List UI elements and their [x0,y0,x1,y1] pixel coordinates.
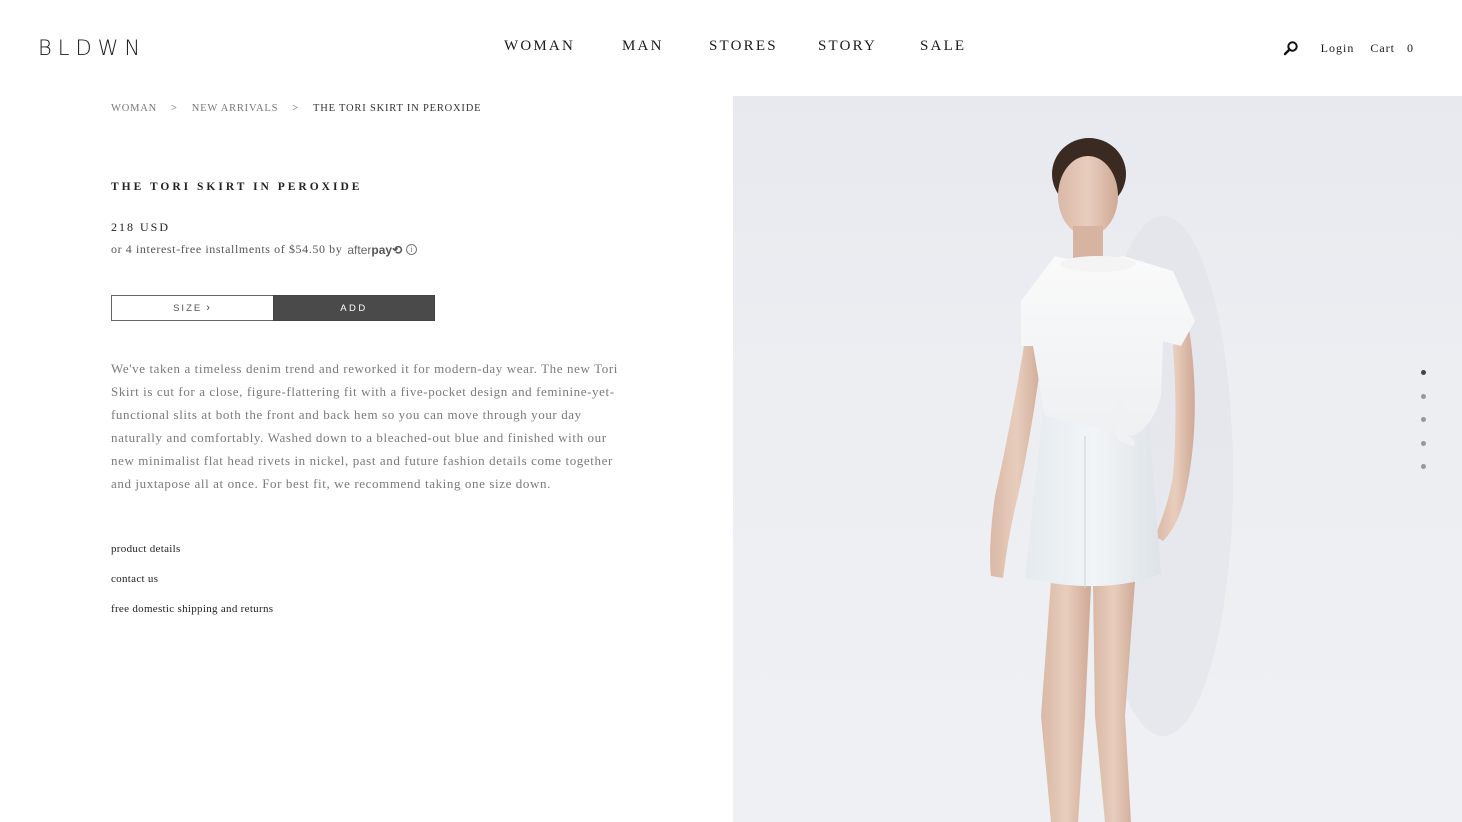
product-links: product details contact us free domestic… [111,543,273,633]
nav-item-woman[interactable]: WOMAN [504,38,575,55]
brand-logo[interactable]: BLDWN [38,36,146,60]
installments-info: or 4 interest-free installments of $54.5… [111,242,418,257]
product-details-link[interactable]: product details [111,543,273,573]
product-price: 218 USD [111,220,171,234]
product-description: We've taken a timeless denim trend and r… [111,361,618,491]
utility-nav: Login Cart 0 [1283,40,1414,56]
gallery-dot-1[interactable] [1421,370,1426,375]
nav-item-stores[interactable]: STORES [709,38,778,55]
add-to-cart-button[interactable]: ADD [273,295,435,321]
installments-text: or 4 interest-free installments of $54.5… [111,242,343,256]
breadcrumb-item-new-arrivals[interactable]: NEW ARRIVALS [192,103,279,114]
afterpay-mark-icon: ⟲ [392,242,403,257]
afterpay-prefix: after [347,242,372,257]
contact-us-link[interactable]: contact us [111,573,273,603]
breadcrumb-separator: > [292,103,299,114]
product-image[interactable] [733,96,1462,822]
nav-item-story[interactable]: STORY [818,38,877,55]
gallery-dot-2[interactable] [1421,393,1426,399]
afterpay-brand: pay [371,242,393,257]
shipping-returns-link[interactable]: free domestic shipping and returns [111,603,273,633]
breadcrumb-separator: > [171,103,178,114]
cart-label: Cart [1370,40,1395,55]
breadcrumb-item-woman[interactable]: WOMAN [111,103,157,114]
breadcrumb-item-current: THE TORI SKIRT IN PEROXIDE [312,103,482,114]
nav-item-man[interactable]: MAN [622,38,664,55]
model-photo [990,138,1233,822]
gallery-dot-4[interactable] [1421,440,1426,446]
nav-item-sale[interactable]: SALE [920,38,966,55]
afterpay-logo: afterpay⟲ [347,243,402,257]
product-title: THE TORI SKIRT IN PEROXIDE [111,181,363,193]
gallery-dot-3[interactable] [1421,417,1426,422]
login-link[interactable]: Login [1321,41,1355,56]
info-icon[interactable]: i [406,244,418,255]
cart-link[interactable]: Cart 0 [1370,41,1414,56]
size-label: SIZE [173,302,203,314]
site-header: BLDWN WOMAN MAN STORES STORY SALE Login … [0,0,1462,96]
gallery-dot-5[interactable] [1421,464,1426,469]
cart-count: 0 [1407,40,1414,55]
search-icon[interactable] [1283,40,1299,56]
size-select-button[interactable]: SIZE › [111,295,274,321]
gallery-pagination [1421,370,1426,488]
chevron-right-icon: › [206,302,212,314]
breadcrumb: WOMAN > NEW ARRIVALS > THE TORI SKIRT IN… [111,103,481,114]
